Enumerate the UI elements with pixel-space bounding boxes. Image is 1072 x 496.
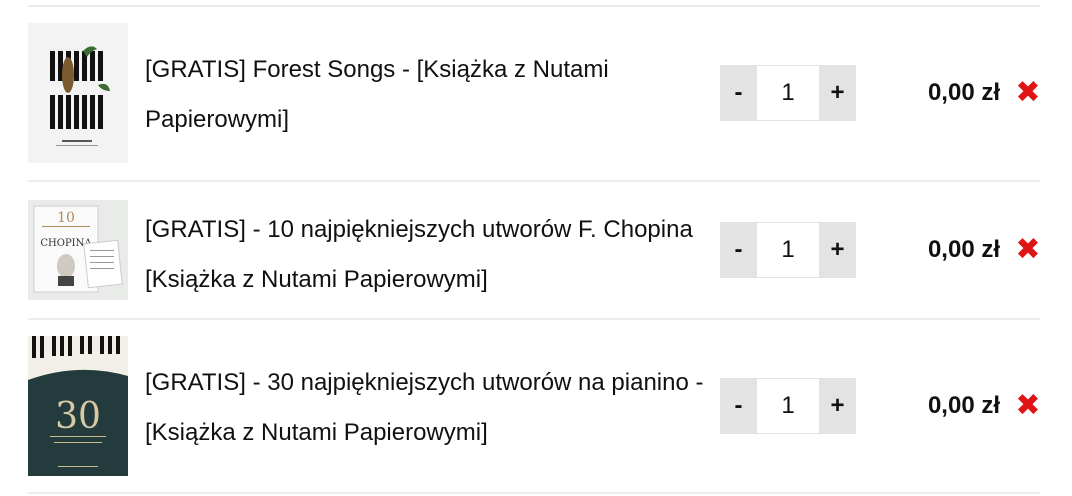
quantity-stepper: - + [720, 222, 856, 278]
decrease-quantity-button[interactable]: - [720, 378, 757, 434]
cover-number: 30 [55, 396, 101, 437]
increase-quantity-button[interactable]: + [819, 65, 856, 121]
product-title[interactable]: [GRATIS] - 10 najpiękniejszych utworów F… [145, 205, 705, 305]
product-title[interactable]: [GRATIS] - 30 najpiękniejszych utworów n… [145, 358, 705, 458]
quantity-input[interactable] [757, 222, 819, 278]
item-price: 0,00 zł [927, 392, 1000, 419]
svg-text:10: 10 [57, 210, 75, 226]
cart-item-chopin: 10 CHOPINA [GRATIS] - 10 najpiękniejszyc… [0, 180, 1072, 320]
cart-item-forest-songs: [GRATIS] Forest Songs - [Książka z Nutam… [0, 0, 1072, 163]
remove-item-icon[interactable]: ✖ [1013, 65, 1043, 121]
product-thumbnail[interactable]: 10 CHOPINA [28, 200, 128, 300]
quantity-input[interactable] [757, 378, 819, 434]
decrease-quantity-button[interactable]: - [720, 65, 757, 121]
item-price: 0,00 zł [927, 79, 1000, 106]
quantity-stepper: - + [720, 65, 856, 121]
product-title[interactable]: [GRATIS] Forest Songs - [Książka z Nutam… [145, 45, 705, 145]
increase-quantity-button[interactable]: + [819, 378, 856, 434]
product-thumbnail[interactable] [28, 23, 128, 163]
forest-songs-cover-image [28, 23, 128, 163]
chopin-book-cover-image: 10 CHOPINA [28, 200, 128, 300]
quantity-stepper: - + [720, 378, 856, 434]
row-divider [28, 492, 1040, 494]
decrease-quantity-button[interactable]: - [720, 222, 757, 278]
30-pieces-book-cover-image: 30 [28, 336, 128, 476]
product-thumbnail[interactable]: 30 [28, 336, 128, 476]
increase-quantity-button[interactable]: + [819, 222, 856, 278]
item-price: 0,00 zł [927, 236, 1000, 263]
quantity-input[interactable] [757, 65, 819, 121]
remove-item-icon[interactable]: ✖ [1013, 378, 1043, 434]
remove-item-icon[interactable]: ✖ [1013, 222, 1043, 278]
cart-item-30-pieces: 30 [GRATIS] - 30 najpiękniejszych utworó… [0, 318, 1072, 476]
